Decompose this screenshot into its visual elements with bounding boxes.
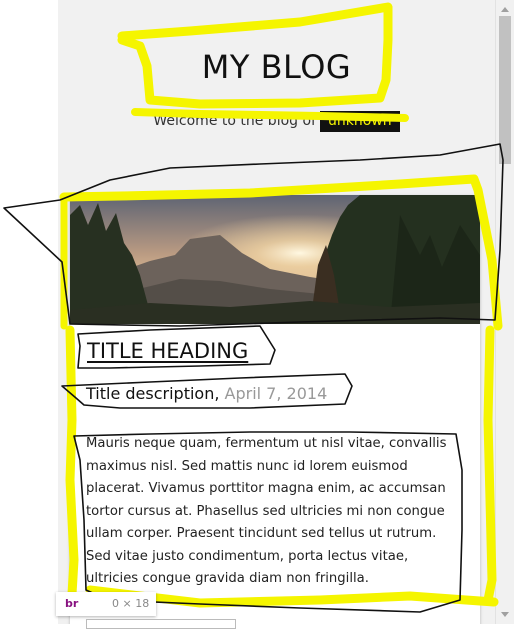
blog-subtitle: Welcome to the blog of unknown	[58, 111, 495, 132]
post-title[interactable]: TITLE HEADING	[87, 339, 248, 363]
author-badge: unknown	[319, 111, 400, 132]
post-hero-image	[70, 195, 480, 324]
scroll-thumb[interactable]	[499, 16, 511, 164]
devtools-element-tooltip: br 0 × 18	[56, 592, 156, 616]
mountain-landscape-image	[70, 195, 480, 324]
devtools-tag-name: br	[65, 597, 79, 610]
blog-title: MY BLOG	[201, 48, 352, 86]
post-date: April 7, 2014	[224, 384, 328, 403]
scroll-up-arrow-icon[interactable]	[501, 7, 509, 12]
scroll-down-arrow-icon[interactable]	[501, 612, 509, 617]
blog-page: MY BLOG Welcome to the blog of unknown T…	[58, 0, 495, 624]
devtools-size: 0 × 18	[112, 597, 150, 610]
left-margin	[0, 0, 58, 624]
post-description: Title description,	[86, 384, 220, 403]
welcome-text: Welcome to the blog of	[153, 113, 316, 129]
vertical-scrollbar[interactable]	[495, 0, 514, 624]
post-body: Mauris neque quam, fermentum ut nisl vit…	[86, 436, 447, 586]
partial-input-field[interactable]	[86, 619, 236, 629]
post-description-line: Title description, April 7, 2014	[86, 384, 327, 403]
